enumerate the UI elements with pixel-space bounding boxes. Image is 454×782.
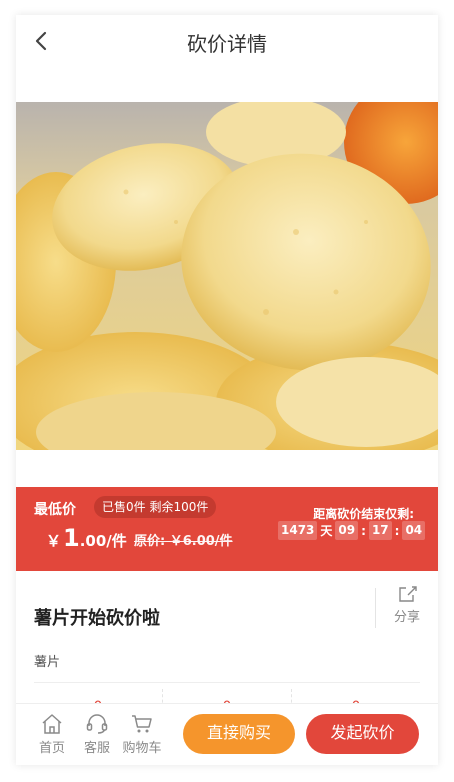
page-title: 砍价详情: [187, 32, 267, 56]
countdown-label: 距离砍价结束仅剩:: [313, 507, 414, 521]
start-bargain-button[interactable]: 发起砍价: [306, 714, 419, 754]
tab-customer-service-label: 客服: [83, 741, 110, 756]
original-price: 原价: ￥6.00/件: [134, 534, 233, 549]
tab-cart-label: 购物车: [122, 741, 162, 756]
headset-icon: [86, 714, 108, 734]
product-title: 薯片开始砍价啦: [34, 608, 160, 629]
countdown-timer: 1473 天 09 : 17 : 04: [278, 521, 426, 540]
countdown-seconds: 04: [402, 521, 426, 540]
countdown-separator: :: [394, 523, 400, 538]
home-icon: [42, 714, 62, 734]
product-description: 薯片: [34, 655, 61, 670]
header: 砍价详情: [16, 15, 438, 67]
tab-customer-service[interactable]: 客服: [75, 712, 119, 756]
share-button[interactable]: 分享: [383, 584, 431, 628]
countdown-separator: :: [361, 523, 366, 538]
tab-cart[interactable]: 购物车: [118, 712, 166, 756]
tab-home[interactable]: 首页: [30, 712, 74, 756]
currency-symbol: ￥: [46, 532, 62, 550]
potato-chips-illustration: [16, 102, 438, 450]
countdown-hours: 09: [335, 521, 359, 540]
price-decimal-unit: .00/件: [79, 532, 127, 550]
phone-screen: 砍价详情 最低价 已售0件 剩余100件 ￥1.00/件 原价: ￥6.00/件…: [16, 15, 438, 765]
countdown-days: 1473: [278, 521, 318, 540]
share-label: 分享: [393, 610, 420, 625]
price-banner: 最低价 已售0件 剩余100件 ￥1.00/件 原价: ￥6.00/件 距离砍价…: [16, 487, 438, 571]
countdown-day-unit: 天: [320, 524, 333, 538]
product-image: [16, 102, 438, 450]
lowest-price-label: 最低价: [34, 502, 76, 518]
tab-home-label: 首页: [38, 741, 65, 756]
stock-badge: 已售0件 剩余100件: [94, 496, 217, 518]
countdown-minutes: 17: [368, 521, 392, 540]
divider: [34, 682, 420, 683]
buy-now-button[interactable]: 直接购买: [183, 714, 295, 754]
share-icon: [399, 586, 417, 602]
divider: [375, 588, 376, 628]
price-integer: 1: [63, 524, 80, 552]
cart-icon: [132, 715, 152, 733]
bargain-price: ￥1.00/件: [46, 524, 127, 552]
bottom-action-bar: 首页 客服 购物车 直接购买 发起砍价: [16, 703, 438, 765]
